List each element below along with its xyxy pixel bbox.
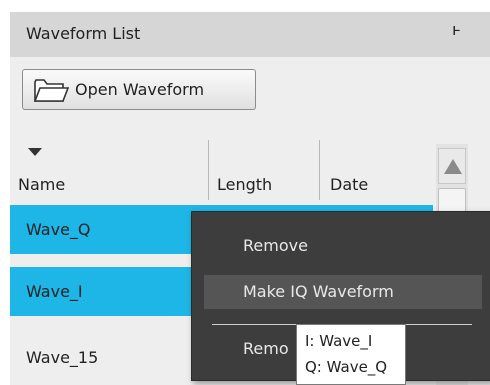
sort-descending-icon — [28, 148, 42, 156]
menu-item-make-iq-waveform[interactable]: Make IQ Waveform — [204, 275, 482, 309]
waveform-name: Wave_I — [26, 282, 83, 301]
list-header: Name Length Date — [10, 140, 440, 200]
waveform-list-panel: Waveform List ͱ Open Waveform Name Lengt… — [10, 12, 490, 385]
tooltip-line-q: Q: Wave_Q — [305, 358, 388, 376]
tooltip: I: Wave_I Q: Wave_Q — [296, 324, 406, 385]
column-header-name-label: Name — [18, 175, 66, 194]
pin-icon[interactable]: ͱ — [452, 22, 461, 38]
column-header-date[interactable]: Date — [320, 140, 430, 200]
column-header-length-label: Length — [217, 175, 273, 194]
open-waveform-button[interactable]: Open Waveform — [22, 69, 256, 110]
folder-icon — [33, 79, 69, 102]
column-header-length[interactable]: Length — [209, 140, 319, 200]
column-header-date-label: Date — [330, 175, 369, 194]
panel-title-bar: Waveform List ͱ — [10, 12, 490, 57]
scroll-up-button[interactable] — [438, 148, 466, 184]
panel-title: Waveform List — [26, 24, 141, 43]
column-header-name[interactable]: Name — [10, 140, 208, 200]
arrow-up-icon — [444, 159, 462, 174]
menu-item-remove[interactable]: Remove — [204, 229, 482, 263]
waveform-name: Wave_Q — [26, 220, 91, 239]
waveform-name: Wave_15 — [26, 348, 99, 367]
open-waveform-label: Open Waveform — [75, 80, 205, 99]
tooltip-line-i: I: Wave_I — [305, 332, 373, 350]
